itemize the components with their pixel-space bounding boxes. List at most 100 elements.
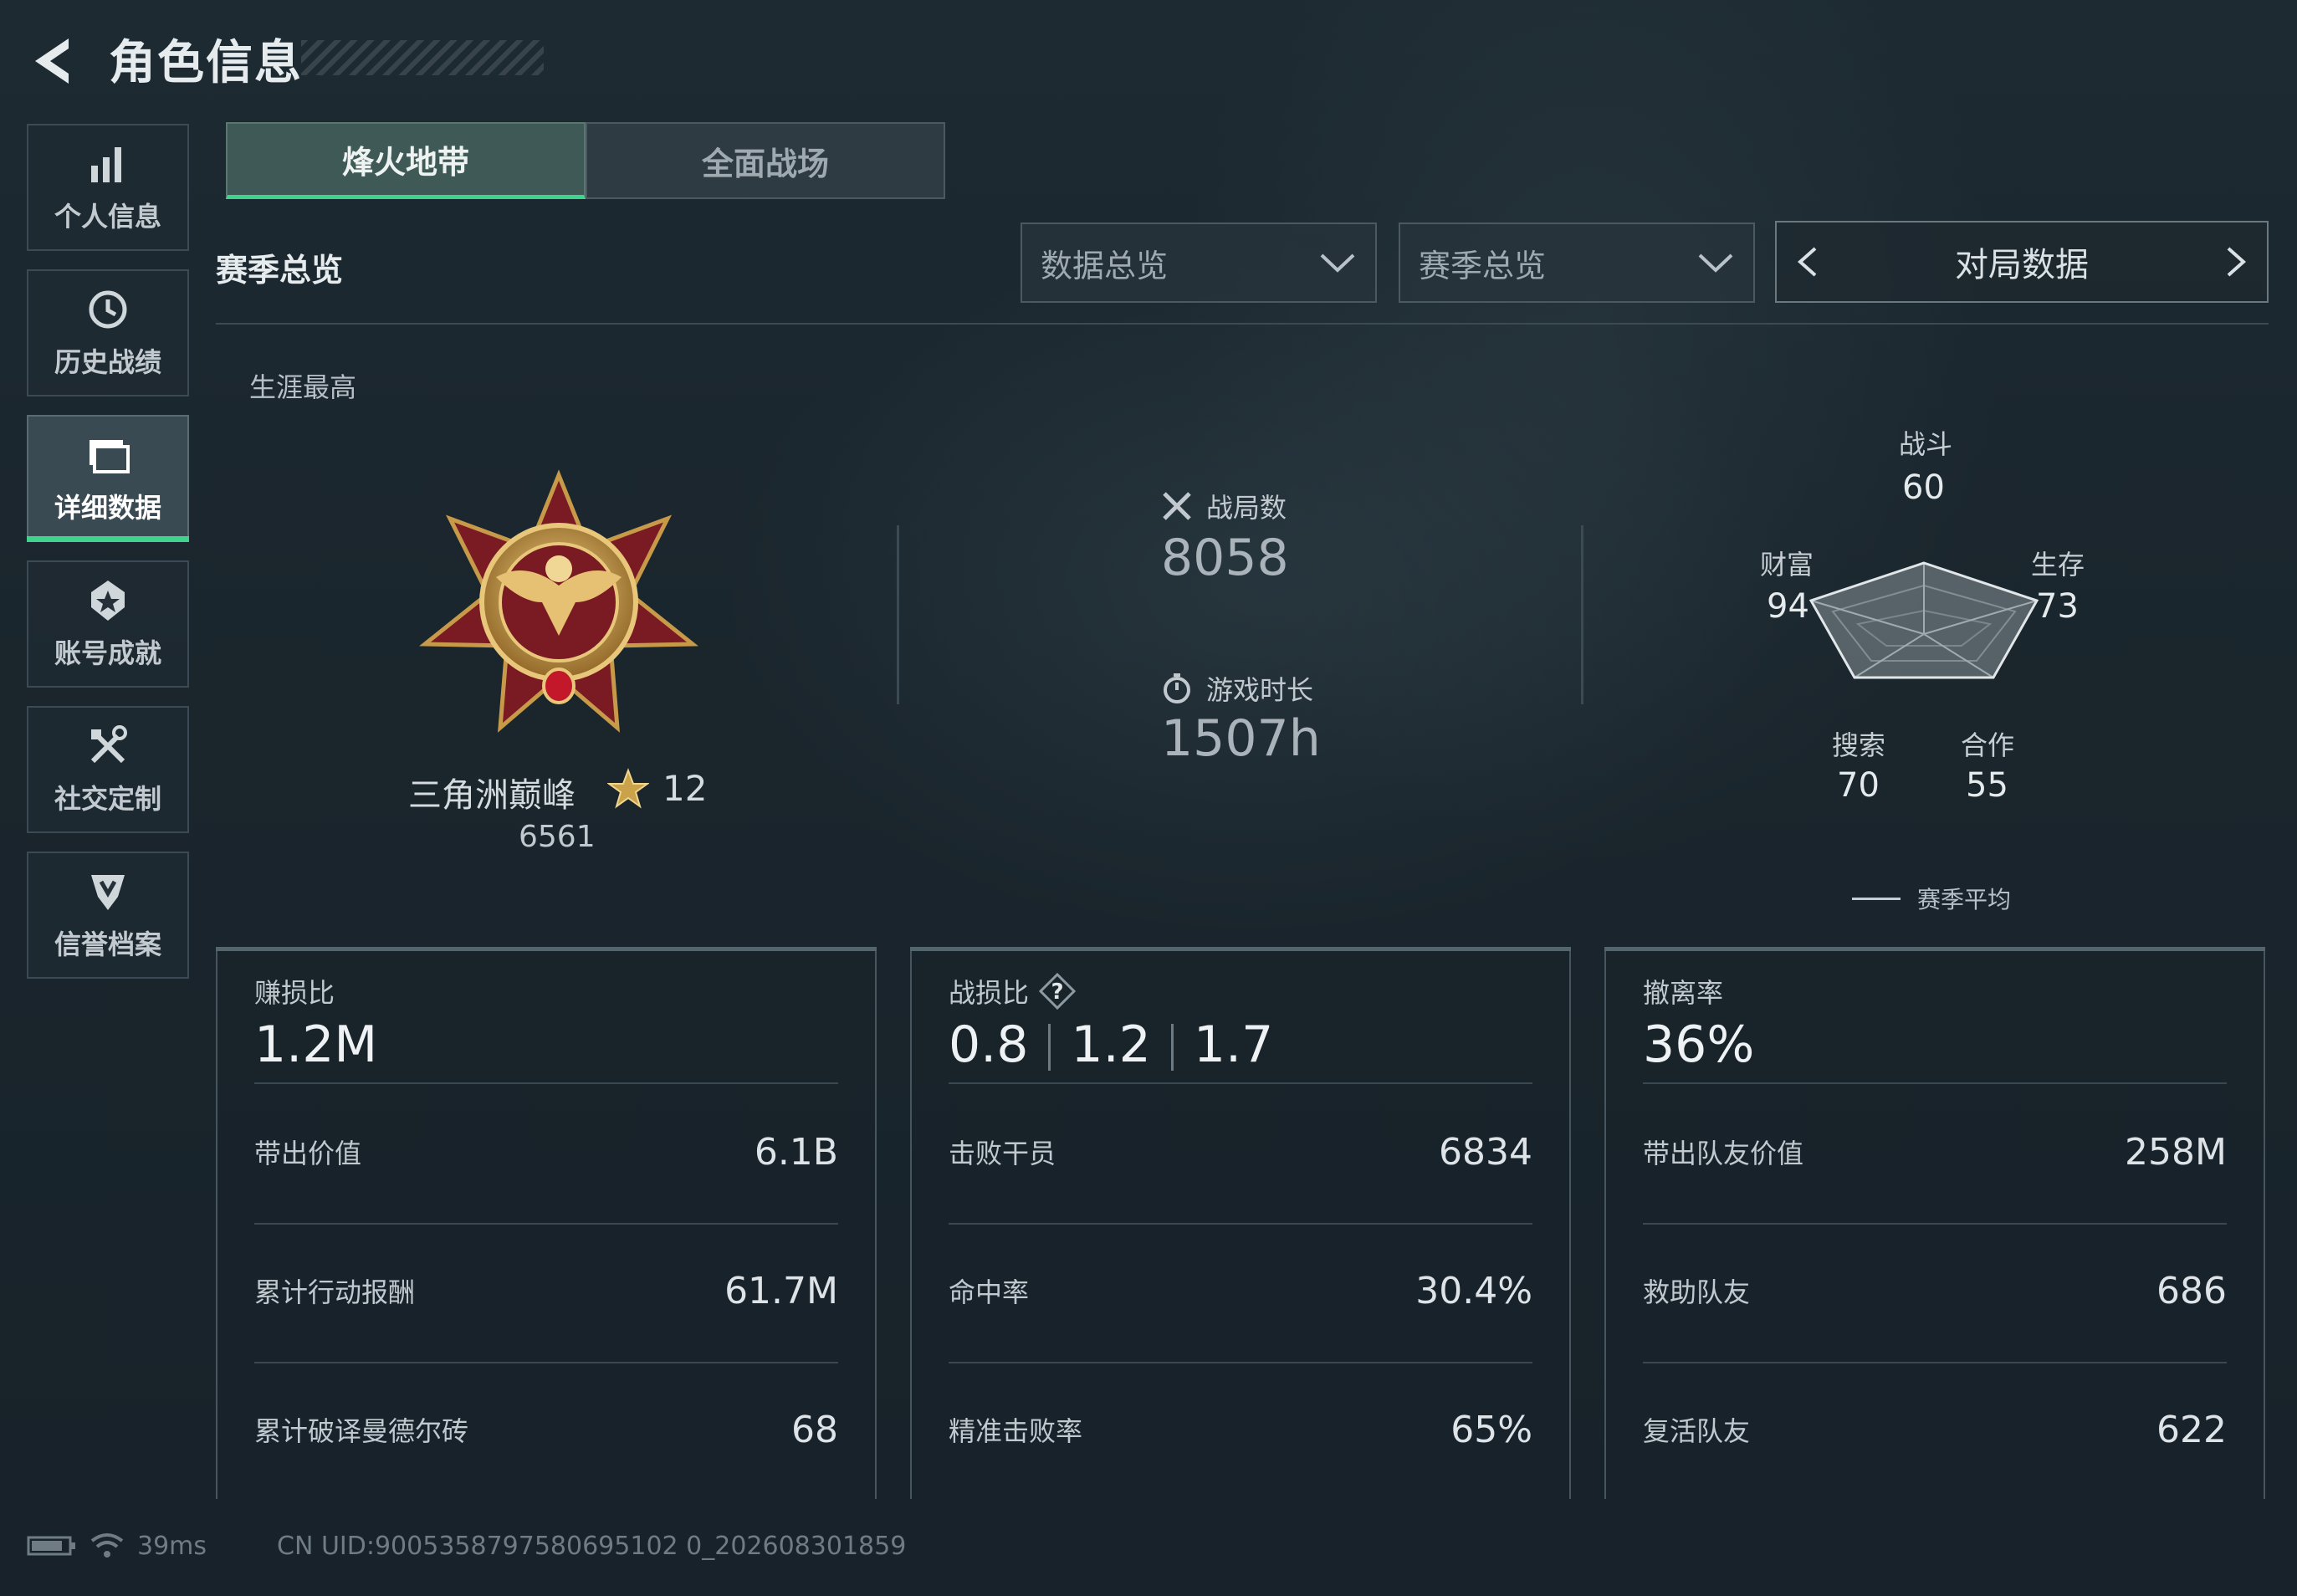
sidebar-item-history[interactable]: 历史战绩 [27,269,189,396]
radar-label-cooperation: 合作 [1961,729,2015,761]
radar-label-combat: 战斗 [1899,428,1953,460]
playtime-label: 游戏时长 [1206,674,1314,706]
stat-value: 686 [2156,1269,2227,1312]
stat-key: 带出队友价值 [1643,1138,1804,1169]
select-value: 数据总览 [1041,247,1169,284]
radar-label-wealth: 财富 [1760,549,1814,581]
stat-key: 击败干员 [949,1138,1056,1169]
column-divider [1581,525,1583,704]
card-head-label-row: 战损比 ? [949,972,1077,1010]
radar-label-search: 搜索 [1832,729,1886,761]
season-overview-select[interactable]: 赛季总览 [1399,223,1755,303]
stat-key: 复活队友 [1643,1415,1751,1447]
stat-value: 68 [791,1408,838,1451]
sidebar-item-label: 详细数据 [54,492,161,524]
pager-label: 对局数据 [1955,246,2089,284]
match-data-pager: 对局数据 [1775,221,2269,303]
stat-row: 累计破译曼德尔砖 68 [254,1392,838,1467]
title-decoration [301,40,544,75]
stat-row: 复活队友 622 [1643,1392,2227,1467]
card-head-label: 战损比 [949,977,1030,1009]
stat-key: 累计行动报酬 [254,1276,416,1308]
radar-value-survival: 73 [2036,587,2079,626]
bar-chart-icon [91,147,121,182]
stat-row: 击败干员 6834 [949,1114,1532,1189]
card-divider [949,1223,1532,1225]
extraction-rate-card: 撤离率 36% 带出队友价值 258M 救助队友 686 复活队友 622 [1604,947,2265,1499]
card-divider [254,1362,838,1363]
stat-value: 258M [2125,1130,2227,1174]
matches-label: 战局数 [1206,492,1287,524]
column-divider [897,525,899,704]
profit-loss-card: 赚损比 1.2M 带出价值 6.1B 累计行动报酬 61.7M 累计破译曼德尔砖… [216,947,877,1499]
kd-value-3: 1.7 [1193,1015,1274,1074]
playtime-label-row: 游戏时长 [1161,669,1313,708]
svg-text:?: ? [1051,980,1063,1005]
chevron-right-icon[interactable] [2218,245,2252,279]
value-separator [1170,1024,1174,1072]
stat-value: 30.4% [1415,1269,1532,1312]
sidebar-item-social[interactable]: 社交定制 [27,706,189,833]
stat-value: 61.7M [724,1269,838,1312]
sidebar-item-personal-info[interactable]: 个人信息 [27,124,189,251]
tab-full-battlefield[interactable]: 全面战场 [586,122,945,199]
ability-radar: 战斗 60 生存 73 合作 55 搜索 70 财富 94 [1757,418,2100,811]
kd-value-1: 0.8 [949,1015,1029,1074]
tab-havoc-zone[interactable]: 烽火地带 [226,122,586,199]
stopwatch-icon [1164,673,1190,703]
card-head-values: 0.8 1.2 1.7 [949,1015,1273,1074]
sidebar-item-label: 账号成就 [54,637,161,669]
help-icon[interactable]: ? [1039,973,1077,1010]
card-head-value: 1.2M [254,1015,378,1074]
radar-legend: 赛季平均 [1852,882,2011,915]
matches-value: 8058 [1161,529,1289,587]
folder-icon [90,440,130,473]
star-icon [607,768,649,809]
sidebar-item-label: 历史战绩 [54,346,161,378]
radar-player-polygon [1808,561,2039,679]
back-arrow-icon[interactable] [25,32,84,90]
data-overview-select[interactable]: 数据总览 [1021,223,1377,303]
card-head-label: 撤离率 [1643,977,1724,1009]
card-head-label: 赚损比 [254,977,335,1009]
select-value: 赛季总览 [1419,247,1547,284]
clock-icon [89,290,127,329]
section-title: 赛季总览 [216,252,344,289]
chevron-left-icon[interactable] [1792,245,1825,279]
sidebar-item-reputation[interactable]: 信誉档案 [27,852,189,979]
sidebar-item-label: 个人信息 [54,201,161,233]
sidebar-item-achievements[interactable]: 账号成就 [27,560,189,688]
card-divider [949,1362,1532,1363]
radar-value-search: 70 [1837,766,1880,805]
tools-icon [90,725,127,764]
stat-row: 命中率 30.4% [949,1253,1532,1328]
shield-icon [91,875,125,910]
battery-icon [27,1536,75,1556]
badge-icon [91,581,125,621]
radar-value-combat: 60 [1902,468,1945,507]
card-divider [949,1082,1532,1084]
radar-value-wealth: 94 [1767,587,1809,626]
stat-row: 带出队友价值 258M [1643,1114,2227,1189]
matches-label-row: 战局数 [1161,487,1287,525]
legend-line [1852,897,1901,900]
sidebar-item-label: 信誉档案 [54,928,161,960]
stat-value: 6.1B [754,1130,838,1174]
card-head-value: 36% [1643,1015,1755,1074]
kd-ratio-card: 战损比 ? 0.8 1.2 1.7 击败干员 6834 命中率 30.4% 精准击败… [910,947,1571,1499]
page-title: 角色信息 [109,36,303,90]
crossed-swords-icon [1163,492,1191,520]
chevron-down-icon [1698,253,1733,273]
sidebar-item-detailed-data[interactable]: 详细数据 [27,415,189,542]
stat-row: 累计行动报酬 61.7M [254,1253,838,1328]
card-divider [1643,1223,2227,1225]
stat-row: 救助队友 686 [1643,1253,2227,1328]
rank-level: 12 [662,768,708,809]
stat-key: 精准击败率 [949,1415,1083,1447]
stat-row: 精准击败率 65% [949,1392,1532,1467]
chevron-down-icon [1320,253,1355,273]
rank-name: 三角洲巅峰 [408,776,576,815]
sidebar-item-label: 社交定制 [54,783,161,815]
career-best-label: 生涯最高 [249,371,357,403]
stat-value: 65% [1450,1408,1532,1451]
